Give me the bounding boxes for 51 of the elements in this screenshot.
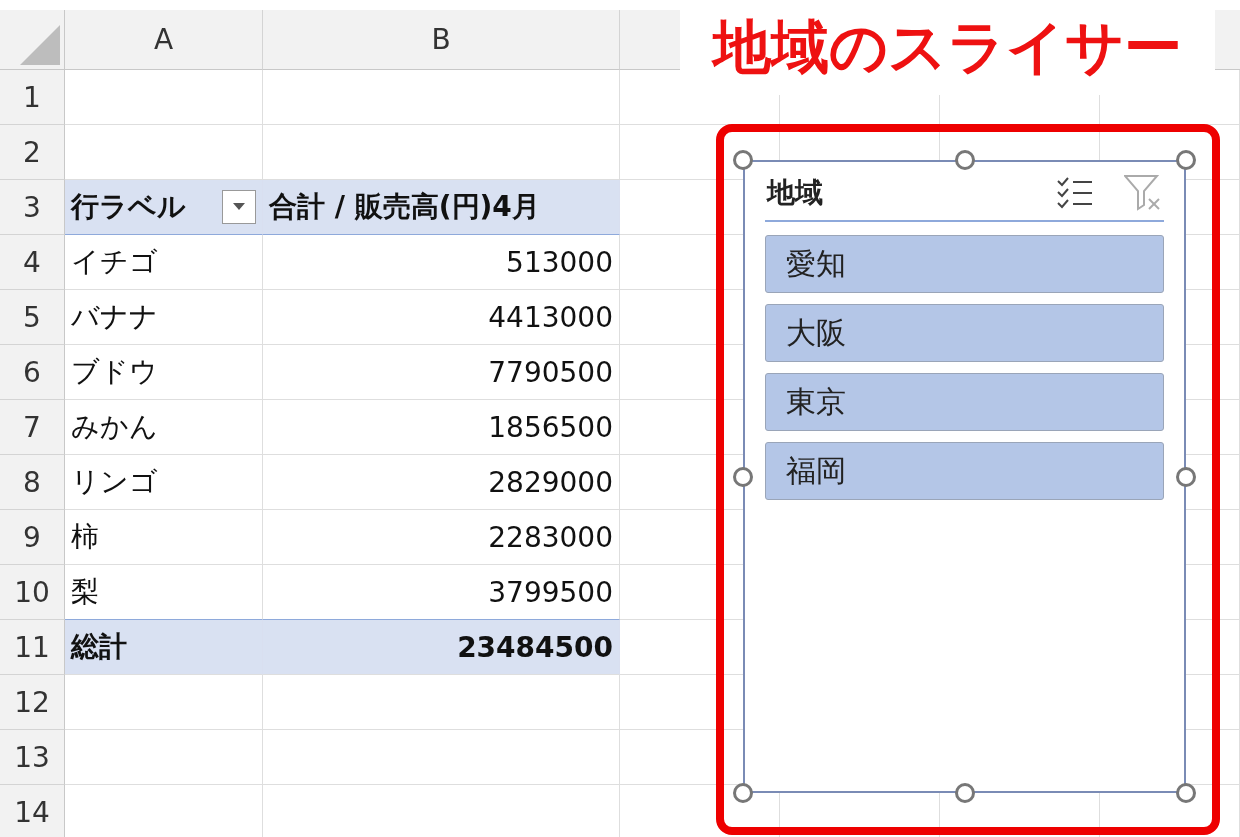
table-cell: 513000: [263, 235, 620, 290]
row-header[interactable]: 12: [0, 675, 65, 730]
table-cell: 1856500: [263, 400, 620, 455]
pivot-header-cell: 合計 / 販売高(円)4月: [263, 180, 620, 235]
multi-select-icon[interactable]: [1056, 176, 1094, 210]
table-cell: リンゴ: [65, 455, 263, 510]
table-cell: 4413000: [263, 290, 620, 345]
slicer-item[interactable]: 福岡: [765, 442, 1164, 500]
resize-handle[interactable]: [733, 466, 753, 487]
row-header[interactable]: 14: [0, 785, 65, 837]
corner-triangle-icon: [20, 25, 60, 65]
resize-handle[interactable]: [1176, 150, 1196, 170]
row-header[interactable]: 13: [0, 730, 65, 785]
table-cell: 7790500: [263, 345, 620, 400]
table-cell: 柿: [65, 510, 263, 565]
row-header[interactable]: 3: [0, 180, 65, 235]
table-cell: 3799500: [263, 565, 620, 620]
resize-handle[interactable]: [954, 150, 975, 170]
row-header[interactable]: 9: [0, 510, 65, 565]
column-header[interactable]: A: [65, 10, 263, 70]
column-header[interactable]: B: [263, 10, 620, 70]
row-header[interactable]: 8: [0, 455, 65, 510]
table-cell: 梨: [65, 565, 263, 620]
row-header[interactable]: 10: [0, 565, 65, 620]
table-cell: バナナ: [65, 290, 263, 345]
total-value-cell: 23484500: [263, 620, 620, 675]
total-label-cell: 総計: [65, 620, 263, 675]
slicer-item[interactable]: 愛知: [765, 235, 1164, 293]
table-cell: ブドウ: [65, 345, 263, 400]
row-header[interactable]: 7: [0, 400, 65, 455]
clear-filter-icon[interactable]: [1124, 175, 1162, 211]
row-header[interactable]: 1: [0, 70, 65, 125]
row-header[interactable]: 2: [0, 125, 65, 180]
table-cell: イチゴ: [65, 235, 263, 290]
row-header[interactable]: 4: [0, 235, 65, 290]
resize-handle[interactable]: [733, 783, 753, 803]
resize-handle[interactable]: [733, 150, 753, 170]
caret-icon: [233, 203, 245, 211]
slicer-panel[interactable]: 地域 愛知 大阪 東京 福岡: [743, 160, 1186, 793]
table-cell: 2829000: [263, 455, 620, 510]
table-cell: 2283000: [263, 510, 620, 565]
filter-dropdown-button[interactable]: [222, 190, 256, 224]
slicer-item[interactable]: 大阪: [765, 304, 1164, 362]
slicer-title: 地域: [767, 175, 823, 211]
row-label-header: 行ラベル: [71, 189, 186, 225]
table-cell: みかん: [65, 400, 263, 455]
row-header[interactable]: 5: [0, 290, 65, 345]
row-header[interactable]: 6: [0, 345, 65, 400]
row-header[interactable]: 11: [0, 620, 65, 675]
slicer-item[interactable]: 東京: [765, 373, 1164, 431]
resize-handle[interactable]: [1176, 783, 1196, 803]
